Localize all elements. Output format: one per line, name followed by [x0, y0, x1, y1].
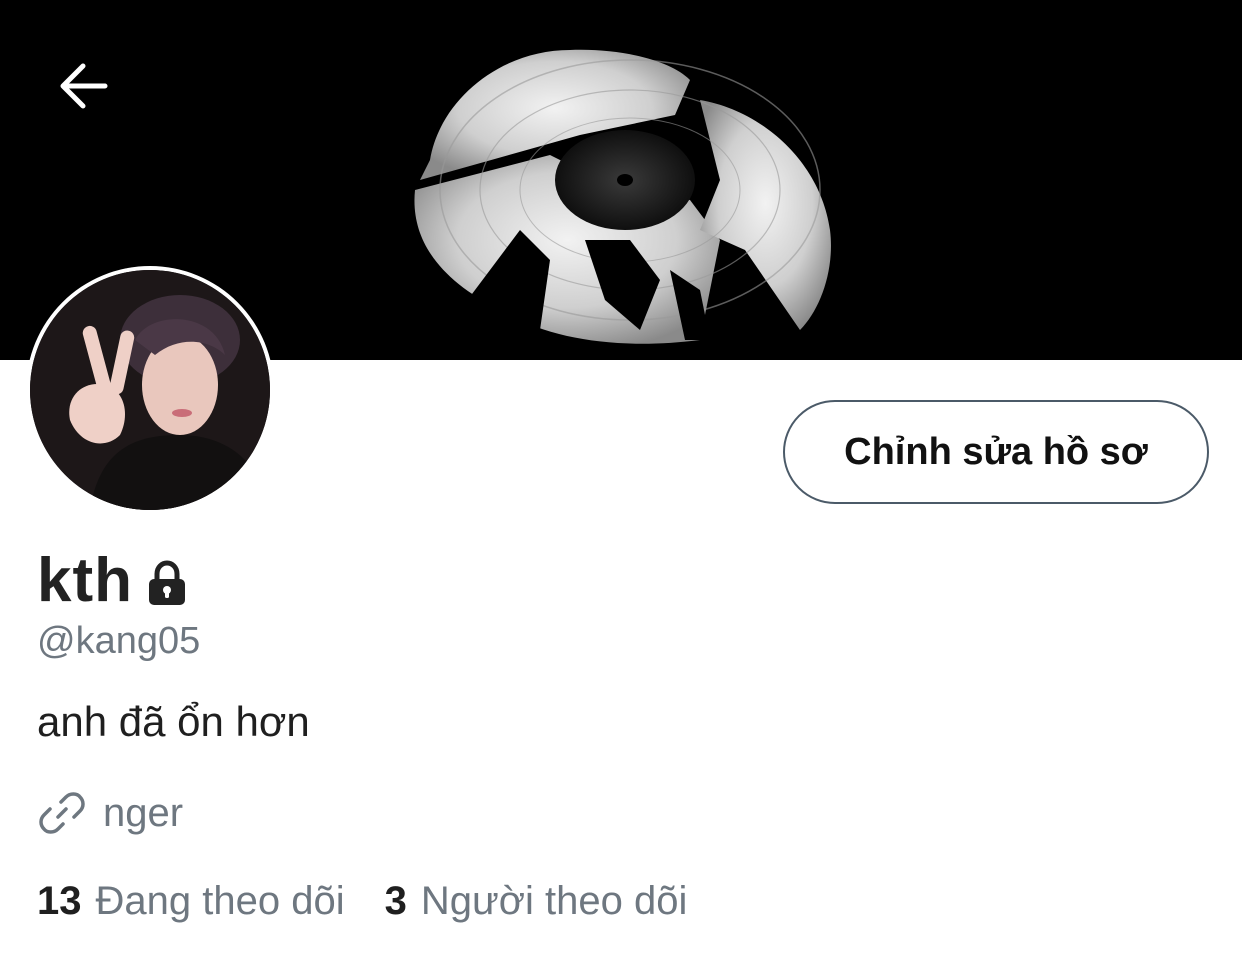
display-name: kth — [37, 545, 133, 615]
back-button[interactable] — [52, 55, 114, 117]
followers-stat[interactable]: 3 Người theo dõi — [385, 879, 688, 924]
profile-bio: anh đã ổn hơn — [37, 698, 310, 745]
avatar[interactable] — [26, 266, 274, 514]
edit-profile-button[interactable]: Chỉnh sửa hồ sơ — [783, 400, 1209, 504]
avatar-image — [30, 270, 270, 510]
lock-icon — [149, 560, 185, 605]
user-handle: @kang05 — [37, 620, 201, 662]
following-label: Đang theo dõi — [95, 878, 345, 923]
followers-label: Người theo dõi — [420, 878, 688, 923]
following-count: 13 — [37, 878, 82, 923]
link-icon — [39, 792, 85, 834]
avatar-photo — [30, 270, 270, 510]
broken-record-image — [414, 49, 831, 344]
profile-link[interactable]: nger — [37, 785, 183, 841]
follow-stats: 13 Đang theo dõi 3 Người theo dõi — [37, 875, 687, 927]
arrow-left-icon — [60, 63, 108, 109]
name-row: kth — [37, 545, 191, 615]
following-stat[interactable]: 13 Đang theo dõi — [37, 879, 345, 924]
followers-count: 3 — [384, 878, 407, 923]
link-text[interactable]: nger — [103, 791, 183, 836]
